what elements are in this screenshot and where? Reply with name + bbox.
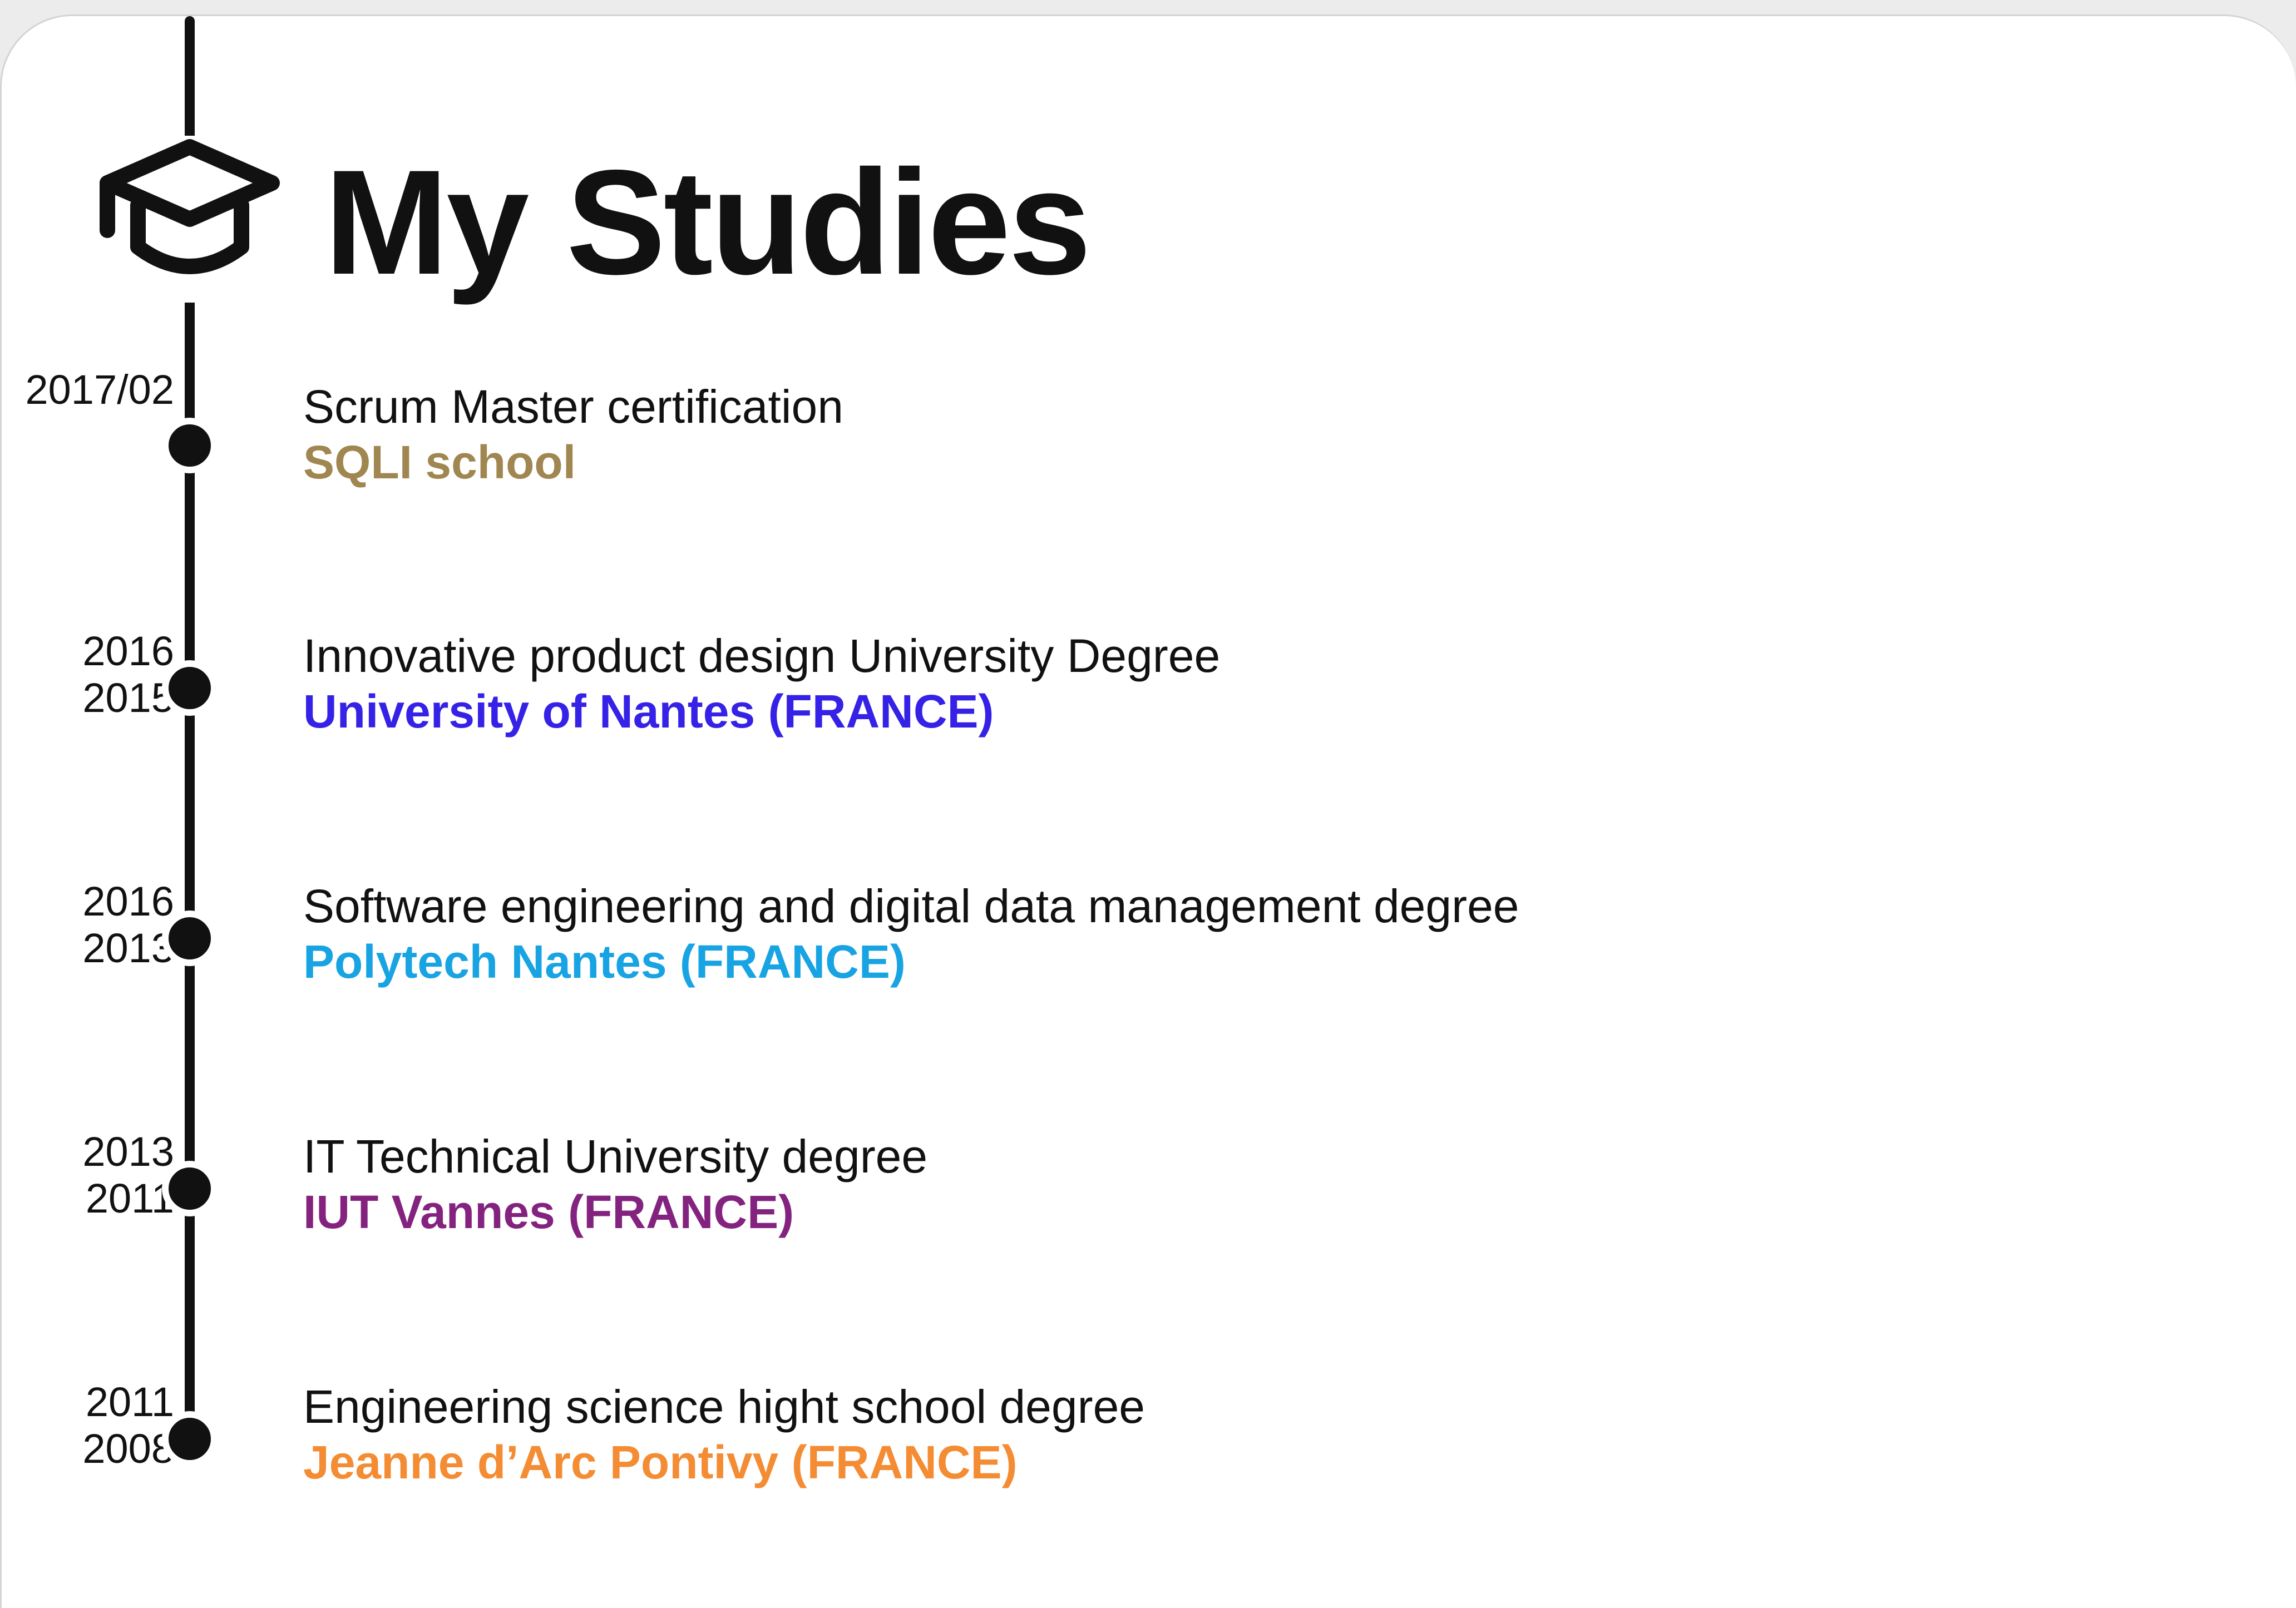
entry-date: 2017/02 <box>2 367 175 413</box>
study-entry: 2013 2011 IT Technical University degree… <box>2 1117 2296 1262</box>
timeline-dot <box>162 1411 218 1467</box>
entry-title: Engineering science hight school degree <box>303 1381 1145 1433</box>
entry-school: University of Nantes (FRANCE) <box>303 685 994 738</box>
entry-date: 2016 2013 <box>2 878 174 972</box>
entry-school: SQLI school <box>303 436 576 488</box>
entry-school: Jeanne d’Arc Pontivy (FRANCE) <box>303 1436 1018 1488</box>
entry-title: IT Technical University degree <box>303 1130 928 1183</box>
date-top: 2016 <box>82 878 174 924</box>
graduation-cap-icon <box>96 136 285 303</box>
entry-date: 2013 2011 <box>2 1129 174 1222</box>
study-entry: 2011 2008 Engineering science hight scho… <box>2 1368 2296 1512</box>
entry-date: 2016 2015 <box>2 628 174 721</box>
entry-title: Software engineering and digital data ma… <box>303 880 1519 932</box>
date-top: 2013 <box>82 1129 174 1175</box>
timeline-dot <box>162 418 218 473</box>
study-entry: 2016 2013 Software engineering and digit… <box>2 867 2296 1012</box>
date-bottom: 2008 <box>82 1426 174 1472</box>
study-entry: 2017/02 Scrum Master certification SQLI … <box>2 367 2296 511</box>
entry-date: 2011 2008 <box>2 1379 174 1472</box>
timeline-dot <box>162 911 218 966</box>
date-top: 2017/02 <box>25 367 175 413</box>
date-bottom: 2013 <box>82 925 174 971</box>
timeline-dot <box>162 1161 218 1216</box>
date-bottom: 2011 <box>85 1175 174 1221</box>
timeline-dot <box>162 660 218 716</box>
entry-school: IUT Vannes (FRANCE) <box>303 1186 794 1238</box>
studies-card: My Studies 2017/02 Scrum Master certific… <box>0 14 2296 1608</box>
date-bottom: 2015 <box>82 675 174 721</box>
study-entry: 2016 2015 Innovative product design Univ… <box>2 617 2296 761</box>
entry-title: Innovative product design University Deg… <box>303 630 1221 682</box>
entry-title: Scrum Master certification <box>303 380 843 433</box>
date-top: 2011 <box>85 1379 174 1425</box>
entry-school: Polytech Nantes (FRANCE) <box>303 936 906 988</box>
page-title: My Studies <box>324 138 1092 305</box>
date-top: 2016 <box>82 628 174 674</box>
